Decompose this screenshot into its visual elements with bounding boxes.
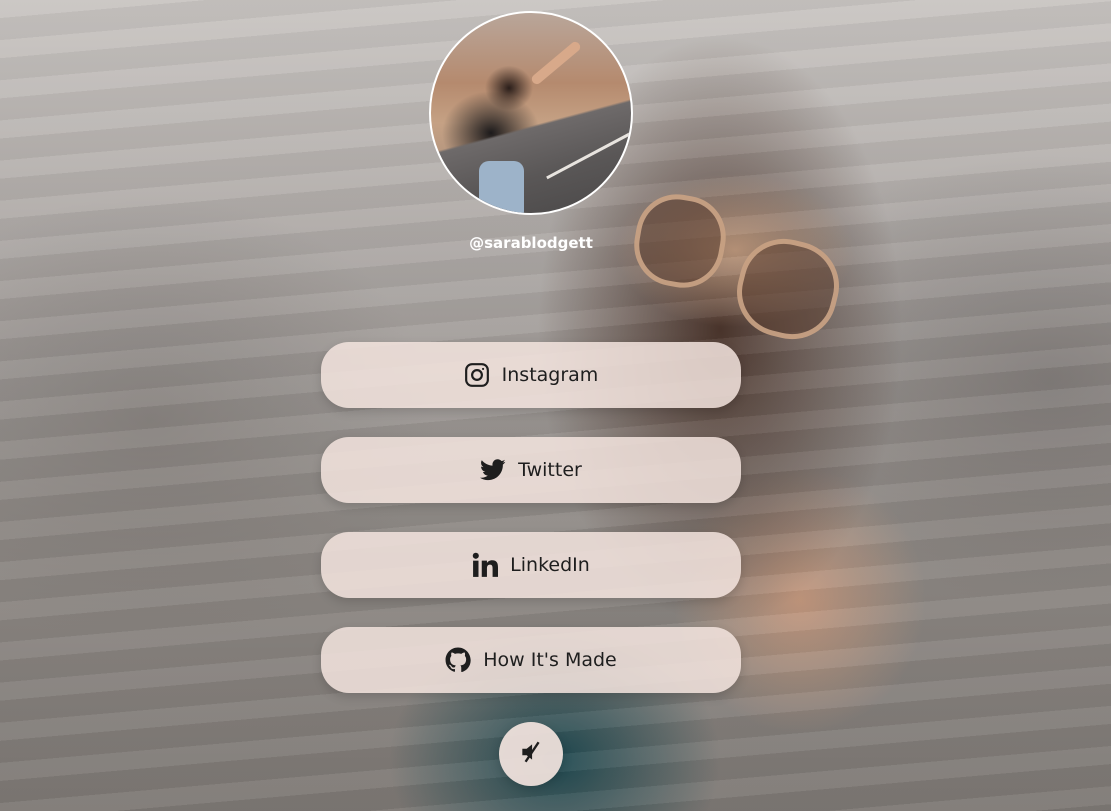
username: @sarablodgett [469, 234, 593, 252]
avatar-raised-arm [529, 39, 583, 87]
volume-muted-icon [518, 739, 544, 769]
avatar [429, 11, 633, 215]
github-icon [445, 647, 471, 673]
twitter-link-label: Twitter [518, 459, 582, 481]
instagram-icon [464, 362, 490, 388]
linkedin-link-label: LinkedIn [510, 554, 590, 576]
how-its-made-link-label: How It's Made [483, 649, 617, 671]
instagram-link-label: Instagram [501, 364, 599, 386]
linkedin-link-button[interactable]: LinkedIn [321, 532, 741, 598]
instagram-link-button[interactable]: Instagram [321, 342, 741, 408]
how-its-made-link-button[interactable]: How It's Made [321, 627, 741, 693]
avatar-jeans [479, 161, 524, 213]
linkedin-icon [472, 552, 499, 578]
mute-toggle-button[interactable] [499, 722, 563, 786]
twitter-icon [480, 459, 506, 481]
link-list: Instagram Twitter LinkedIn How It's Made [321, 342, 741, 722]
twitter-link-button[interactable]: Twitter [321, 437, 741, 503]
